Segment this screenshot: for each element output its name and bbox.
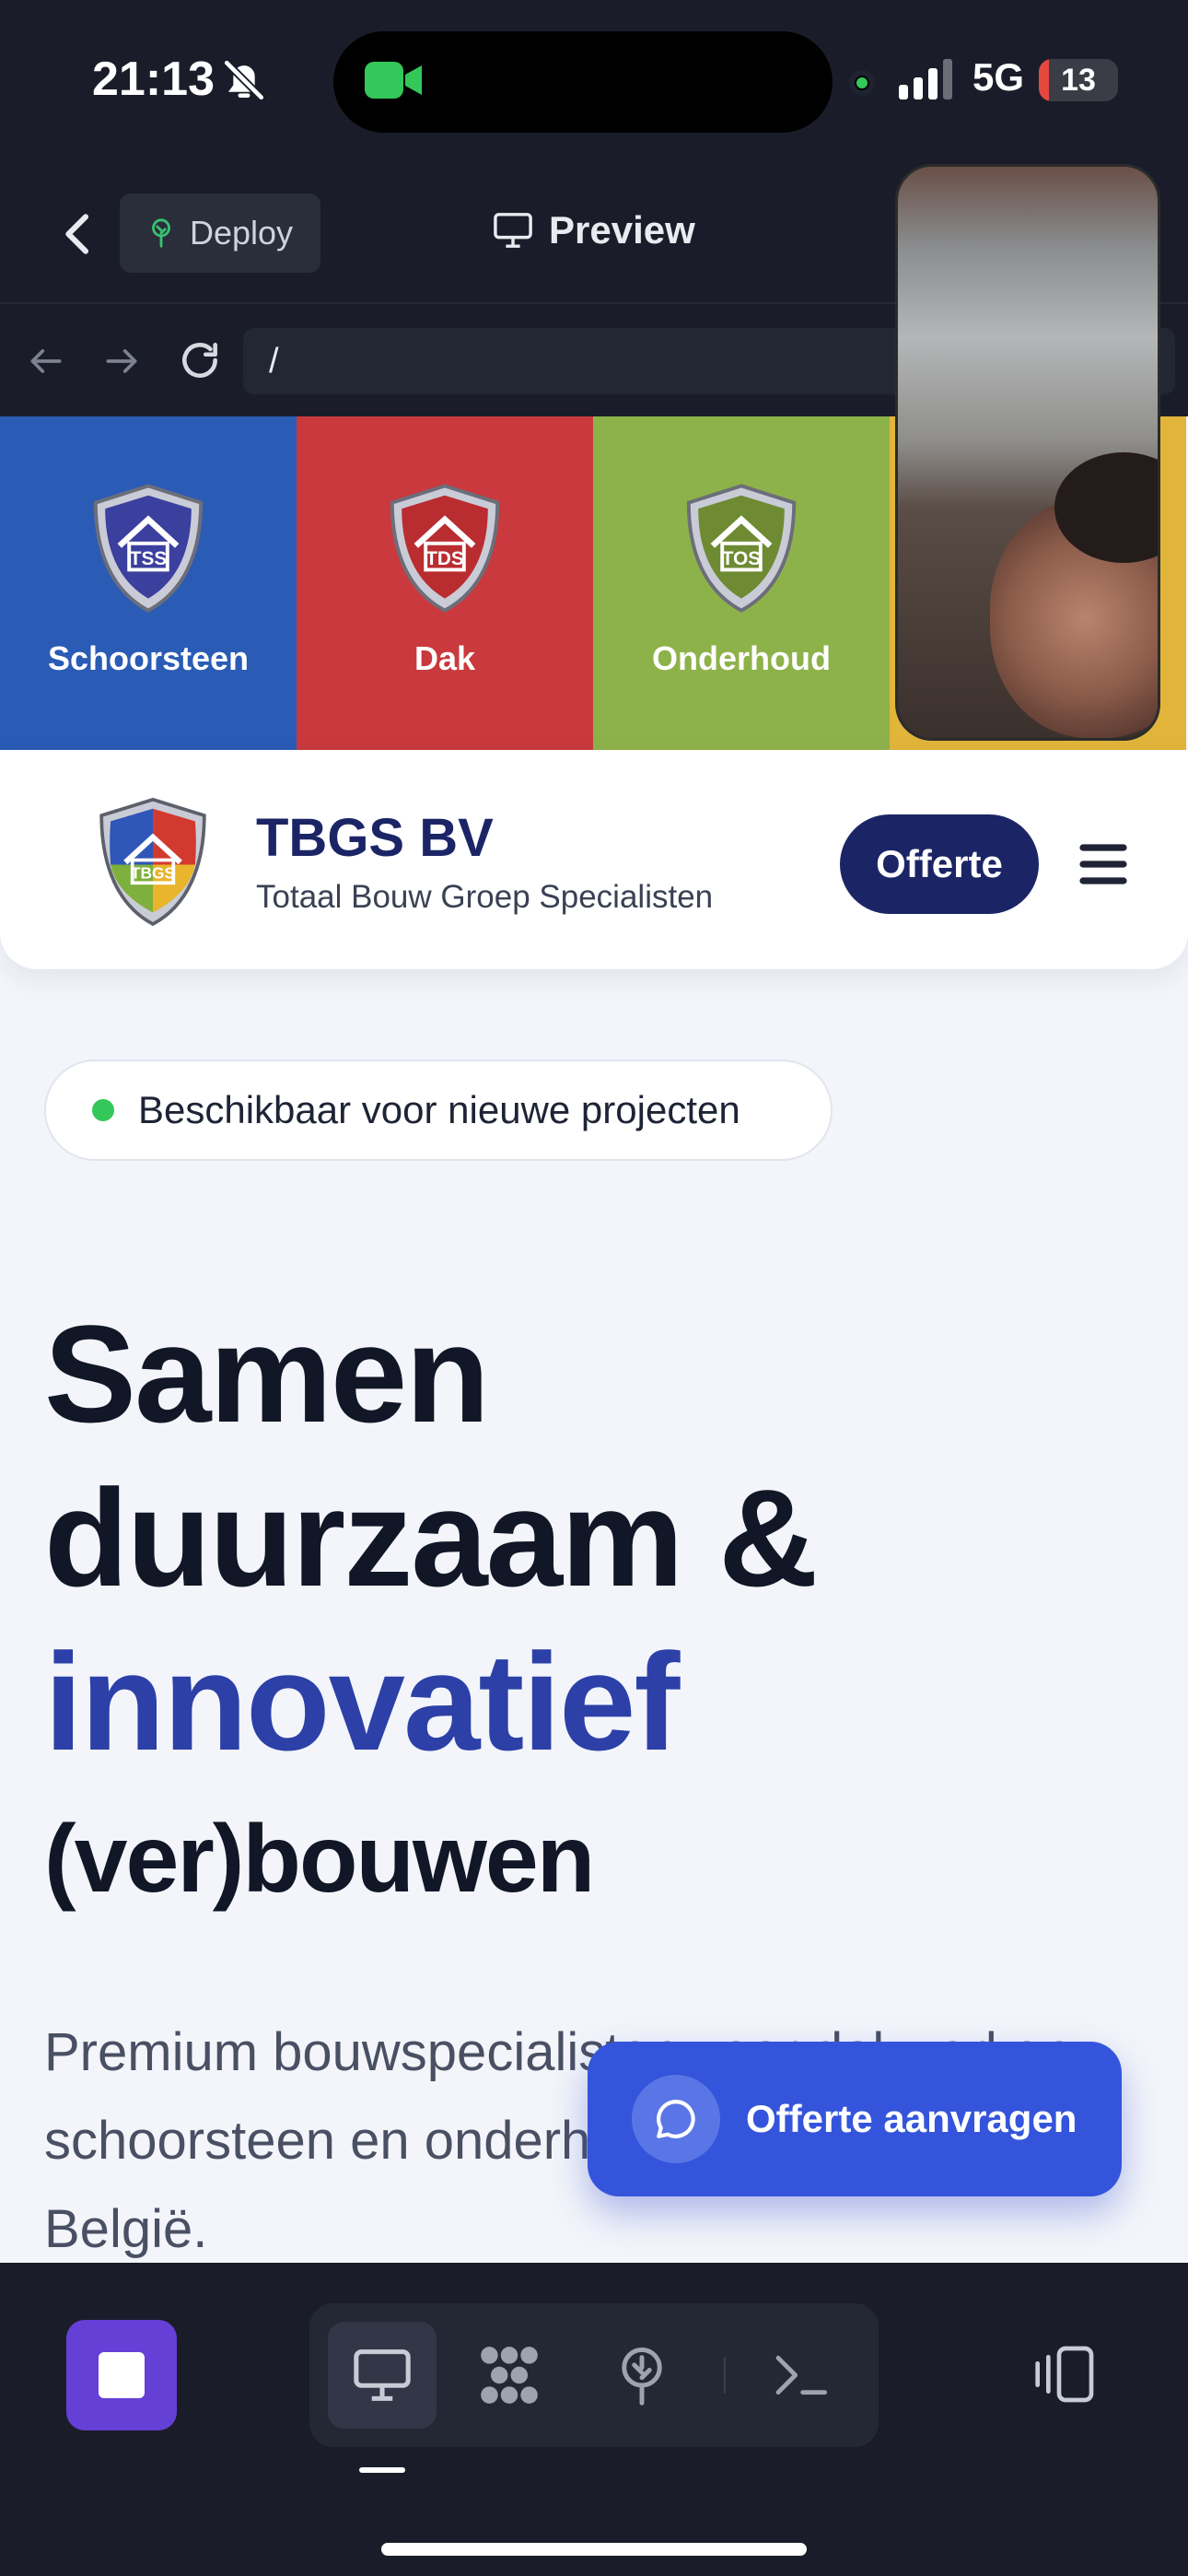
divider — [724, 2357, 726, 2394]
components-grid-icon — [481, 2347, 538, 2404]
hamburger-menu-icon[interactable] — [1077, 842, 1129, 886]
preview-tab[interactable]: Preview — [492, 208, 695, 252]
preview-monitor-icon — [354, 2349, 411, 2401]
battery-icon: 13 — [1039, 59, 1118, 101]
deploy-tree-icon — [622, 2348, 662, 2406]
service-tile-dak[interactable]: TDS Dak — [297, 416, 593, 750]
service-tile-onderhoud[interactable]: TOS Onderhoud — [593, 416, 890, 750]
hero-title: Samen duurzaam & innovatief (ver)bouwen — [44, 1292, 1149, 1914]
cellular-signal-icon — [899, 59, 952, 100]
offerte-button[interactable]: Offerte — [840, 814, 1039, 914]
svg-text:TSS: TSS — [130, 548, 168, 569]
brand-name[interactable]: TBGS BV — [256, 807, 494, 869]
availability-badge: Beschikbaar voor nieuwe projecten — [44, 1060, 833, 1161]
active-tab-indicator — [359, 2467, 405, 2473]
service-tile-schoorsteen[interactable]: TSS Schoorsteen — [0, 416, 297, 750]
facetime-camera-icon — [365, 62, 422, 99]
status-time: 21:13 — [92, 53, 215, 106]
hero-line-accent: innovatief — [44, 1624, 680, 1779]
tree-icon — [152, 218, 170, 248]
deploy-button[interactable]: Deploy — [120, 193, 320, 273]
bottom-toolbar — [0, 2263, 1188, 2576]
arrow-right-icon[interactable] — [101, 341, 142, 381]
hero-line-4: (ver)bouwen — [44, 1806, 595, 1913]
home-indicator — [381, 2543, 807, 2556]
terminal-icon — [775, 2355, 828, 2395]
shield-house-logo-icon: TSS — [93, 484, 204, 613]
back-chevron-icon[interactable] — [53, 206, 105, 262]
preview-monitor-button[interactable] — [328, 2322, 437, 2429]
availability-text: Beschikbaar voor nieuwe projecten — [138, 1088, 740, 1131]
service-label: Onderhoud — [652, 639, 831, 677]
preview-label: Preview — [549, 208, 695, 252]
brand-tagline: Totaal Bouw Groep Specialisten — [256, 879, 714, 915]
reload-icon[interactable] — [177, 337, 223, 383]
hero-line-2: duurzaam & — [44, 1460, 818, 1615]
tbgs-logo-icon[interactable]: TBGS — [96, 796, 210, 929]
network-label: 5G — [973, 55, 1025, 99]
bell-slash-icon — [223, 59, 265, 101]
tool-group — [309, 2303, 879, 2447]
svg-text:TDS: TDS — [425, 548, 464, 569]
hero-line-1: Samen — [44, 1296, 490, 1451]
svg-text:TBGS: TBGS — [131, 863, 175, 882]
shield-house-logo-icon: TDS — [390, 484, 500, 613]
offerte-aanvragen-label: Offerte aanvragen — [746, 2097, 1077, 2140]
deploy-label: Deploy — [190, 214, 294, 252]
facetime-pip-video[interactable] — [895, 164, 1160, 741]
svg-text:TOS: TOS — [722, 548, 762, 569]
offerte-aanvragen-button[interactable]: Offerte aanvragen — [588, 2042, 1122, 2196]
deploy-tool-button[interactable] — [588, 2322, 696, 2429]
components-button[interactable] — [455, 2322, 564, 2429]
battery-label: 13 — [1061, 63, 1096, 98]
microphone-indicator-dot — [849, 70, 875, 96]
chat-icon — [632, 2075, 720, 2163]
arrow-left-icon[interactable] — [26, 341, 66, 381]
service-label: Dak — [413, 639, 476, 677]
site-header: TBGS TBGS BV Totaal Bouw Groep Specialis… — [0, 750, 1188, 969]
device-switch-icon[interactable] — [1033, 2344, 1098, 2405]
status-bar: 21:13 5G 13 — [0, 0, 1188, 166]
stop-button[interactable] — [66, 2320, 177, 2430]
service-label: Schoorsteen — [47, 639, 250, 677]
status-dot — [92, 1099, 114, 1121]
monitor-icon — [494, 213, 532, 248]
shield-house-logo-icon: TOS — [686, 484, 797, 613]
stop-icon — [99, 2352, 145, 2398]
terminal-button[interactable] — [746, 2322, 855, 2429]
